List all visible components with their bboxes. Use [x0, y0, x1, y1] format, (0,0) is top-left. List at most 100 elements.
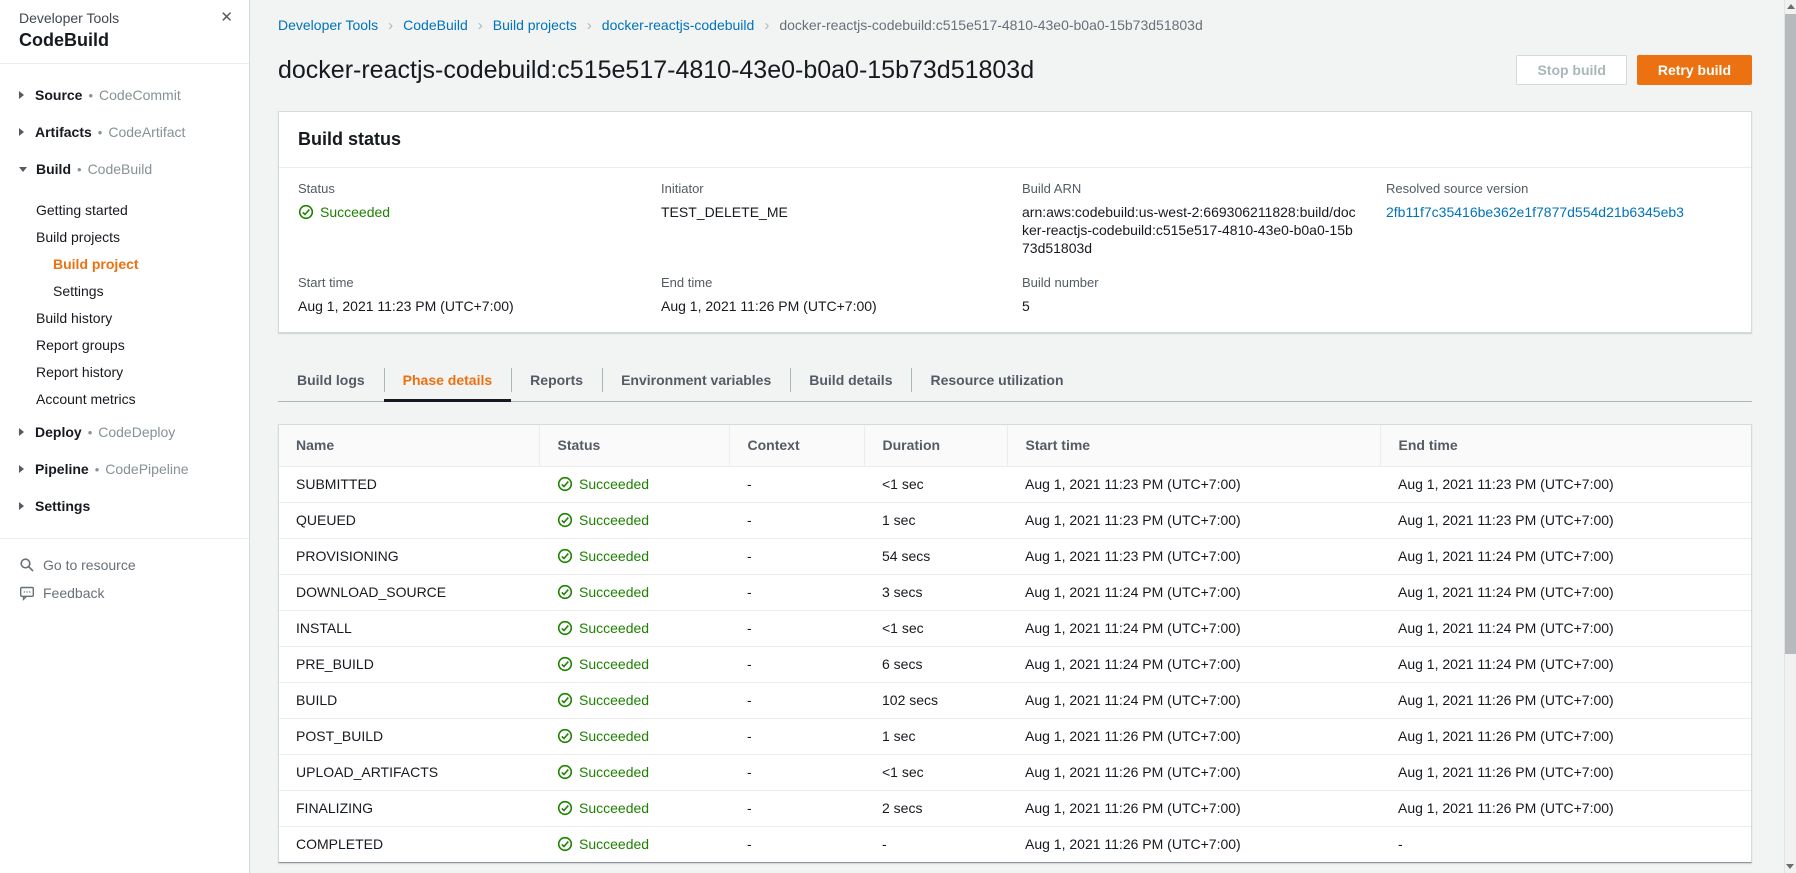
caret-icon	[19, 91, 24, 99]
breadcrumb-separator-icon: ›	[587, 17, 592, 34]
table-row-upload-artifacts: UPLOAD_ARTIFACTS Succeeded-<1 secAug 1, …	[279, 754, 1751, 790]
table-header-row: NameStatusContextDurationStart timeEnd t…	[279, 425, 1751, 466]
column-header-status: Status	[539, 425, 729, 466]
cell-start: Aug 1, 2021 11:23 PM (UTC+7:00)	[1007, 538, 1380, 574]
sidebar-section-pipeline[interactable]: Pipeline • CodePipeline	[19, 459, 249, 479]
tab-environment-variables[interactable]: Environment variables	[602, 358, 790, 401]
success-check-icon	[557, 584, 573, 600]
sidebar-item-build-project[interactable]: Build project	[0, 250, 249, 277]
sidebar-item-settings[interactable]: Settings	[0, 277, 249, 304]
cell-end: Aug 1, 2021 11:24 PM (UTC+7:00)	[1380, 610, 1751, 646]
cell-status: Succeeded	[539, 502, 729, 538]
table-row-completed: COMPLETED Succeeded--Aug 1, 2021 11:26 P…	[279, 826, 1751, 862]
status-text: Succeeded	[579, 764, 649, 780]
table-body: SUBMITTED Succeeded-<1 secAug 1, 2021 11…	[279, 466, 1751, 862]
cell-start: Aug 1, 2021 11:24 PM (UTC+7:00)	[1007, 682, 1380, 718]
field-label: End time	[661, 275, 1022, 291]
field-initiator: Initiator TEST_DELETE_ME	[661, 181, 1022, 257]
cell-name: PROVISIONING	[279, 538, 539, 574]
cell-start: Aug 1, 2021 11:24 PM (UTC+7:00)	[1007, 574, 1380, 610]
status-text: Succeeded	[579, 656, 649, 672]
cell-status: Succeeded	[539, 682, 729, 718]
cell-start: Aug 1, 2021 11:26 PM (UTC+7:00)	[1007, 790, 1380, 826]
footer-label: Feedback	[43, 585, 104, 601]
breadcrumb-item-1[interactable]: Developer Tools	[278, 17, 378, 33]
field-value[interactable]: 2fb11f7c35416be362e1f7877d554d21b6345eb3	[1386, 203, 1732, 221]
sidebar-item-report-history[interactable]: Report history	[0, 358, 249, 385]
cell-context: -	[729, 646, 864, 682]
status-text: Succeeded	[579, 584, 649, 600]
success-check-icon	[557, 620, 573, 636]
cell-end: Aug 1, 2021 11:23 PM (UTC+7:00)	[1380, 502, 1751, 538]
sidebar-section-source[interactable]: Source • CodeCommit	[19, 85, 249, 105]
sidebar-section-settings[interactable]: Settings	[19, 496, 249, 516]
tab-build-logs[interactable]: Build logs	[278, 358, 384, 401]
sidebar-footer-go-to-resource[interactable]: Go to resource	[0, 555, 249, 575]
retry-build-button[interactable]: Retry build	[1637, 55, 1752, 85]
cell-context: -	[729, 538, 864, 574]
sidebar-subnav-build: Getting started Build projects Build pro…	[0, 196, 249, 412]
field-build-number: Build number 5	[1022, 275, 1386, 315]
cell-end: Aug 1, 2021 11:24 PM (UTC+7:00)	[1380, 574, 1751, 610]
status-text: Succeeded	[579, 800, 649, 816]
scroll-up-arrow-icon[interactable]	[1787, 4, 1795, 9]
table-row-download-source: DOWNLOAD_SOURCE Succeeded-3 secsAug 1, 2…	[279, 574, 1751, 610]
cell-name: SUBMITTED	[279, 466, 539, 502]
page-scrollbar[interactable]	[1784, 0, 1796, 873]
sidebar-item-report-groups[interactable]: Report groups	[0, 331, 249, 358]
cell-name: COMPLETED	[279, 826, 539, 862]
cell-duration: <1 sec	[864, 754, 1007, 790]
sidebar-item-build-projects[interactable]: Build projects	[0, 223, 249, 250]
sidebar-item-build-history[interactable]: Build history	[0, 304, 249, 331]
success-check-icon	[557, 800, 573, 816]
tab-bar: Build logsPhase detailsReportsEnvironmen…	[278, 358, 1752, 402]
cell-status: Succeeded	[539, 646, 729, 682]
sidebar-section-deploy[interactable]: Deploy • CodeDeploy	[19, 422, 249, 442]
table-row-pre-build: PRE_BUILD Succeeded -6 secs Aug 1, 2021 11…	[279, 646, 1751, 682]
sidebar-item-getting-started[interactable]: Getting started	[0, 196, 249, 223]
breadcrumb-item-4[interactable]: docker-reactjs-codebuild	[602, 17, 755, 33]
breadcrumb-item-2[interactable]: CodeBuild	[403, 17, 468, 33]
tab-reports[interactable]: Reports	[511, 358, 602, 401]
cell-name: PRE_BUILD	[279, 646, 539, 682]
close-icon[interactable]: ✕	[220, 10, 233, 25]
field-value: Aug 1, 2021 11:23 PM (UTC+7:00)	[298, 297, 661, 315]
sidebar-section-build[interactable]: Build • CodeBuild	[19, 159, 249, 179]
cell-duration: 6 secs	[864, 646, 1007, 682]
field-label: Resolved source version	[1386, 181, 1732, 197]
tab-phase-details[interactable]: Phase details	[384, 358, 512, 401]
cell-duration: 3 secs	[864, 574, 1007, 610]
field-resolved-source-version: Resolved source version 2fb11f7c35416be3…	[1386, 181, 1732, 257]
cell-status: Succeeded	[539, 718, 729, 754]
sidebar-footer-feedback[interactable]: Feedback	[0, 583, 249, 603]
page-header: docker-reactjs-codebuild:c515e517-4810-4…	[278, 54, 1752, 86]
scroll-down-arrow-icon[interactable]	[1786, 864, 1794, 869]
field-value: arn:aws:codebuild:us-west-2:669306211828…	[1022, 203, 1357, 257]
caret-icon	[19, 465, 24, 473]
cell-end: Aug 1, 2021 11:26 PM (UTC+7:00)	[1380, 682, 1751, 718]
success-check-icon	[557, 512, 573, 528]
cell-name: DOWNLOAD_SOURCE	[279, 574, 539, 610]
sidebar-item-account-metrics[interactable]: Account metrics	[0, 385, 249, 412]
stop-build-button[interactable]: Stop build	[1516, 55, 1626, 85]
scrollbar-thumb[interactable]	[1785, 14, 1796, 654]
app-root: Developer Tools ✕ CodeBuild Source • Cod…	[0, 0, 1796, 873]
breadcrumb-item-3[interactable]: Build projects	[493, 17, 577, 33]
cell-duration: 54 secs	[864, 538, 1007, 574]
sidebar-footer: Go to resource Feedback	[0, 539, 249, 603]
field-start-time: Start time Aug 1, 2021 11:23 PM (UTC+7:0…	[298, 275, 661, 315]
sidebar-section-artifacts[interactable]: Artifacts • CodeArtifact	[19, 122, 249, 142]
cell-end: Aug 1, 2021 11:26 PM (UTC+7:00)	[1380, 790, 1751, 826]
sidebar-header: Developer Tools ✕ CodeBuild	[0, 0, 249, 51]
success-check-icon	[557, 728, 573, 744]
cell-status: Succeeded	[539, 574, 729, 610]
cell-end: Aug 1, 2021 11:23 PM (UTC+7:00)	[1380, 466, 1751, 502]
cell-duration: <1 sec	[864, 466, 1007, 502]
cell-end: Aug 1, 2021 11:24 PM (UTC+7:00)	[1380, 646, 1751, 682]
cell-name: UPLOAD_ARTIFACTS	[279, 754, 539, 790]
cell-status: Succeeded	[539, 610, 729, 646]
tab-resource-utilization[interactable]: Resource utilization	[911, 358, 1082, 401]
tab-build-details[interactable]: Build details	[790, 358, 911, 401]
status-text: Succeeded	[320, 203, 390, 221]
cell-context: -	[729, 718, 864, 754]
